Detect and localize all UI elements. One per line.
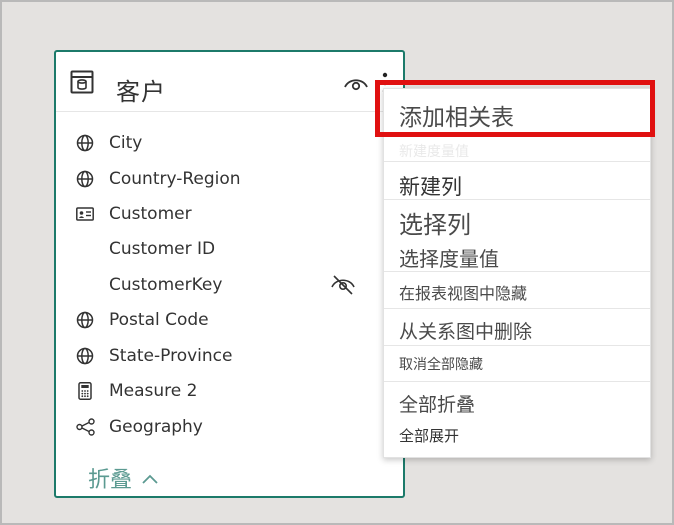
table-card-header: 客户 <box>56 52 403 112</box>
globe-icon <box>76 347 94 365</box>
field-label: Measure 2 <box>109 381 198 401</box>
menu-separator <box>384 271 650 272</box>
table-icon <box>70 70 94 94</box>
collapse-label: 折叠 <box>88 468 133 493</box>
menu-item-select-measures[interactable]: 选择度量值 <box>384 239 650 271</box>
menu-item-label: 在报表视图中隐藏 <box>399 284 528 303</box>
menu-item-label: 全部展开 <box>399 427 460 445</box>
field-row[interactable]: Postal Code <box>56 303 403 337</box>
field-label: Postal Code <box>109 310 209 330</box>
eye-icon[interactable] <box>344 76 368 92</box>
menu-item-hide-in-report-view[interactable]: 在报表视图中隐藏 <box>384 275 650 303</box>
menu-item-new-column[interactable]: 新建列 <box>384 167 650 199</box>
table-card[interactable]: 客户 City Country-Region Customer Customer… <box>54 50 405 498</box>
highlight-annotation <box>375 80 655 137</box>
globe-icon <box>76 170 94 188</box>
field-row[interactable]: State-Province <box>56 339 403 373</box>
field-label: Customer <box>109 204 192 224</box>
field-label: City <box>109 133 143 153</box>
chevron-up-icon <box>142 474 158 484</box>
menu-separator <box>384 345 650 346</box>
menu-separator <box>384 161 650 162</box>
table-title: 客户 <box>116 78 166 106</box>
menu-item-label: 从关系图中删除 <box>399 321 533 343</box>
menu-item-label: 选择列 <box>399 211 471 239</box>
menu-separator <box>384 199 650 200</box>
field-label: Country-Region <box>109 169 241 189</box>
menu-item-expand-all[interactable]: 全部展开 <box>384 421 650 447</box>
field-row[interactable]: Customer ID <box>56 232 403 266</box>
hierarchy-icon <box>76 418 95 436</box>
menu-item-collapse-all[interactable]: 全部折叠 <box>384 387 650 417</box>
field-row[interactable]: CustomerKey <box>56 268 403 302</box>
field-label: Geography <box>109 417 203 437</box>
menu-item-label: 新建度量值 <box>399 144 469 160</box>
id-card-icon <box>76 207 94 221</box>
menu-item-label: 取消全部隐藏 <box>399 357 483 373</box>
field-label: CustomerKey <box>109 275 223 295</box>
globe-icon <box>76 311 94 329</box>
globe-icon <box>76 134 94 152</box>
field-row[interactable]: Country-Region <box>56 162 403 196</box>
menu-item-label: 选择度量值 <box>399 247 499 271</box>
hidden-eye-icon <box>331 275 355 295</box>
menu-separator <box>384 381 650 382</box>
field-row[interactable]: Customer <box>56 197 403 231</box>
field-label: Customer ID <box>109 239 216 259</box>
menu-item-label: 新建列 <box>399 175 462 199</box>
calculator-icon <box>78 382 92 400</box>
field-label: State-Province <box>109 346 233 366</box>
field-row[interactable]: Geography <box>56 410 403 444</box>
menu-item-unhide-all[interactable]: 取消全部隐藏 <box>384 349 650 377</box>
menu-item-select-columns[interactable]: 选择列 <box>384 201 650 239</box>
context-menu: 添加相关表 新建度量值 新建列 选择列 选择度量值 在报表视图中隐藏 从关系图中… <box>383 88 651 458</box>
menu-item-delete-from-diagram[interactable]: 从关系图中删除 <box>384 313 650 345</box>
menu-item-new-measure[interactable]: 新建度量值 <box>384 135 650 160</box>
field-row[interactable]: City <box>56 126 403 160</box>
menu-item-label: 全部折叠 <box>399 394 476 416</box>
collapse-link[interactable]: 折叠 <box>88 462 158 494</box>
menu-separator <box>384 308 650 309</box>
field-row[interactable]: Measure 2 <box>56 374 403 408</box>
